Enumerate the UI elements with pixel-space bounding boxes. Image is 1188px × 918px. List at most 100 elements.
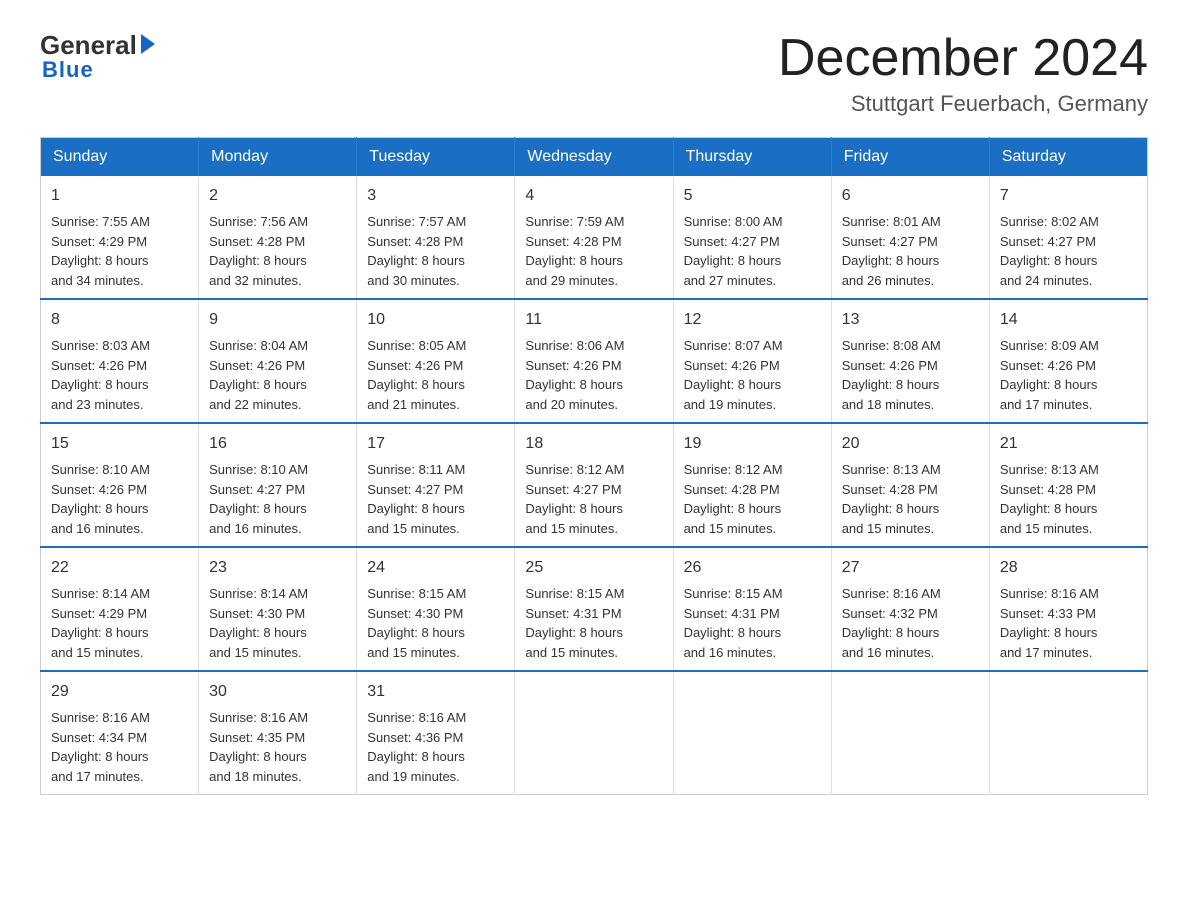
day-info: Sunrise: 8:13 AMSunset: 4:28 PMDaylight:…: [1000, 460, 1137, 538]
page-header: General Blue December 2024 Stuttgart Feu…: [40, 30, 1148, 117]
day-info: Sunrise: 8:07 AMSunset: 4:26 PMDaylight:…: [684, 336, 821, 414]
calendar-header-saturday: Saturday: [989, 138, 1147, 177]
calendar-header-friday: Friday: [831, 138, 989, 177]
logo-blue-text: Blue: [42, 57, 94, 83]
day-number: 17: [367, 432, 504, 456]
calendar-cell: [989, 671, 1147, 795]
day-number: 7: [1000, 184, 1137, 208]
calendar-header-thursday: Thursday: [673, 138, 831, 177]
logo-triangle-icon: [141, 34, 155, 54]
day-number: 10: [367, 308, 504, 332]
calendar-cell: 11 Sunrise: 8:06 AMSunset: 4:26 PMDayligh…: [515, 299, 673, 423]
calendar-cell: 6Sunrise: 8:01 AMSunset: 4:27 PMDaylight…: [831, 176, 989, 299]
day-number: 11: [525, 308, 662, 332]
calendar-cell: 28Sunrise: 8:16 AMSunset: 4:33 PMDayligh…: [989, 547, 1147, 671]
calendar-cell: 20 Sunrise: 8:13 AMSunset: 4:28 PMDayligh…: [831, 423, 989, 547]
day-number: 13: [842, 308, 979, 332]
calendar-cell: 14Sunrise: 8:09 AMSunset: 4:26 PMDayligh…: [989, 299, 1147, 423]
day-number: 28: [1000, 556, 1137, 580]
calendar-cell: [673, 671, 831, 795]
day-info: Sunrise: 8:08 AMSunset: 4:26 PMDaylight:…: [842, 336, 979, 414]
day-info: Sunrise: 8:13 AMSunset: 4:28 PMDaylight:…: [842, 460, 979, 538]
day-info: Sunrise: 8:12 AMSunset: 4:28 PMDaylight:…: [684, 460, 821, 538]
calendar-cell: 15 Sunrise: 8:10 AMSunset: 4:26 PMDayligh…: [41, 423, 199, 547]
day-info: Sunrise: 8:10 AMSunset: 4:26 PMDaylight:…: [51, 460, 188, 538]
calendar-cell: 24Sunrise: 8:15 AMSunset: 4:30 PMDayligh…: [357, 547, 515, 671]
calendar-cell: 25Sunrise: 8:15 AMSunset: 4:31 PMDayligh…: [515, 547, 673, 671]
day-info: Sunrise: 8:12 AMSunset: 4:27 PMDaylight:…: [525, 460, 662, 538]
calendar-cell: 29 Sunrise: 8:16 AMSunset: 4:34 PMDayligh…: [41, 671, 199, 795]
day-number: 29: [51, 680, 188, 704]
day-number: 2: [209, 184, 346, 208]
day-info: Sunrise: 7:57 AMSunset: 4:28 PMDaylight:…: [367, 212, 504, 290]
calendar-cell: 1Sunrise: 7:55 AMSunset: 4:29 PMDaylight…: [41, 176, 199, 299]
calendar-cell: 13 Sunrise: 8:08 AMSunset: 4:26 PMDayligh…: [831, 299, 989, 423]
day-info: Sunrise: 8:14 AMSunset: 4:30 PMDaylight:…: [209, 584, 346, 662]
calendar-week-4: 22Sunrise: 8:14 AMSunset: 4:29 PMDayligh…: [41, 547, 1148, 671]
day-info: Sunrise: 8:06 AMSunset: 4:26 PMDaylight:…: [525, 336, 662, 414]
day-info: Sunrise: 7:59 AMSunset: 4:28 PMDaylight:…: [525, 212, 662, 290]
calendar-table: SundayMondayTuesdayWednesdayThursdayFrid…: [40, 137, 1148, 795]
day-number: 30: [209, 680, 346, 704]
day-info: Sunrise: 8:15 AMSunset: 4:30 PMDaylight:…: [367, 584, 504, 662]
calendar-cell: 7 Sunrise: 8:02 AMSunset: 4:27 PMDaylight…: [989, 176, 1147, 299]
calendar-cell: 3 Sunrise: 7:57 AMSunset: 4:28 PMDaylight…: [357, 176, 515, 299]
calendar-week-2: 8 Sunrise: 8:03 AMSunset: 4:26 PMDaylight…: [41, 299, 1148, 423]
calendar-cell: 2 Sunrise: 7:56 AMSunset: 4:28 PMDaylight…: [199, 176, 357, 299]
day-number: 26: [684, 556, 821, 580]
day-info: Sunrise: 8:15 AMSunset: 4:31 PMDaylight:…: [684, 584, 821, 662]
location-title: Stuttgart Feuerbach, Germany: [778, 91, 1148, 117]
day-number: 1: [51, 184, 188, 208]
calendar-cell: 17 Sunrise: 8:11 AMSunset: 4:27 PMDayligh…: [357, 423, 515, 547]
day-number: 3: [367, 184, 504, 208]
calendar-header-row: SundayMondayTuesdayWednesdayThursdayFrid…: [41, 138, 1148, 177]
calendar-cell: 10 Sunrise: 8:05 AMSunset: 4:26 PMDayligh…: [357, 299, 515, 423]
calendar-header-wednesday: Wednesday: [515, 138, 673, 177]
calendar-cell: 4 Sunrise: 7:59 AMSunset: 4:28 PMDaylight…: [515, 176, 673, 299]
day-info: Sunrise: 8:02 AMSunset: 4:27 PMDaylight:…: [1000, 212, 1137, 290]
day-number: 9: [209, 308, 346, 332]
day-number: 14: [1000, 308, 1137, 332]
calendar-cell: 9 Sunrise: 8:04 AMSunset: 4:26 PMDaylight…: [199, 299, 357, 423]
day-number: 8: [51, 308, 188, 332]
day-info: Sunrise: 8:05 AMSunset: 4:26 PMDaylight:…: [367, 336, 504, 414]
day-number: 22: [51, 556, 188, 580]
calendar-cell: 31Sunrise: 8:16 AMSunset: 4:36 PMDayligh…: [357, 671, 515, 795]
calendar-cell: 22Sunrise: 8:14 AMSunset: 4:29 PMDayligh…: [41, 547, 199, 671]
day-number: 18: [525, 432, 662, 456]
day-info: Sunrise: 8:00 AMSunset: 4:27 PMDaylight:…: [684, 212, 821, 290]
day-number: 5: [684, 184, 821, 208]
calendar-cell: 19 Sunrise: 8:12 AMSunset: 4:28 PMDayligh…: [673, 423, 831, 547]
calendar-week-1: 1Sunrise: 7:55 AMSunset: 4:29 PMDaylight…: [41, 176, 1148, 299]
calendar-header-sunday: Sunday: [41, 138, 199, 177]
logo-area: General Blue: [40, 30, 155, 83]
calendar-cell: 27Sunrise: 8:16 AMSunset: 4:32 PMDayligh…: [831, 547, 989, 671]
day-info: Sunrise: 7:56 AMSunset: 4:28 PMDaylight:…: [209, 212, 346, 290]
day-info: Sunrise: 8:16 AMSunset: 4:34 PMDaylight:…: [51, 708, 188, 786]
calendar-header-tuesday: Tuesday: [357, 138, 515, 177]
calendar-header-monday: Monday: [199, 138, 357, 177]
calendar-cell: 26 Sunrise: 8:15 AMSunset: 4:31 PMDayligh…: [673, 547, 831, 671]
day-info: Sunrise: 8:03 AMSunset: 4:26 PMDaylight:…: [51, 336, 188, 414]
calendar-week-3: 15 Sunrise: 8:10 AMSunset: 4:26 PMDayligh…: [41, 423, 1148, 547]
day-info: Sunrise: 8:16 AMSunset: 4:35 PMDaylight:…: [209, 708, 346, 786]
title-area: December 2024 Stuttgart Feuerbach, Germa…: [778, 30, 1148, 117]
day-number: 20: [842, 432, 979, 456]
calendar-cell: [831, 671, 989, 795]
day-number: 15: [51, 432, 188, 456]
day-info: Sunrise: 8:04 AMSunset: 4:26 PMDaylight:…: [209, 336, 346, 414]
day-number: 31: [367, 680, 504, 704]
calendar-week-5: 29 Sunrise: 8:16 AMSunset: 4:34 PMDayligh…: [41, 671, 1148, 795]
day-number: 12: [684, 308, 821, 332]
day-number: 25: [525, 556, 662, 580]
day-number: 21: [1000, 432, 1137, 456]
calendar-cell: [515, 671, 673, 795]
day-number: 6: [842, 184, 979, 208]
day-info: Sunrise: 8:16 AMSunset: 4:32 PMDaylight:…: [842, 584, 979, 662]
day-number: 4: [525, 184, 662, 208]
day-number: 16: [209, 432, 346, 456]
day-info: Sunrise: 8:11 AMSunset: 4:27 PMDaylight:…: [367, 460, 504, 538]
calendar-cell: 16Sunrise: 8:10 AMSunset: 4:27 PMDayligh…: [199, 423, 357, 547]
day-number: 19: [684, 432, 821, 456]
calendar-cell: 5 Sunrise: 8:00 AMSunset: 4:27 PMDaylight…: [673, 176, 831, 299]
